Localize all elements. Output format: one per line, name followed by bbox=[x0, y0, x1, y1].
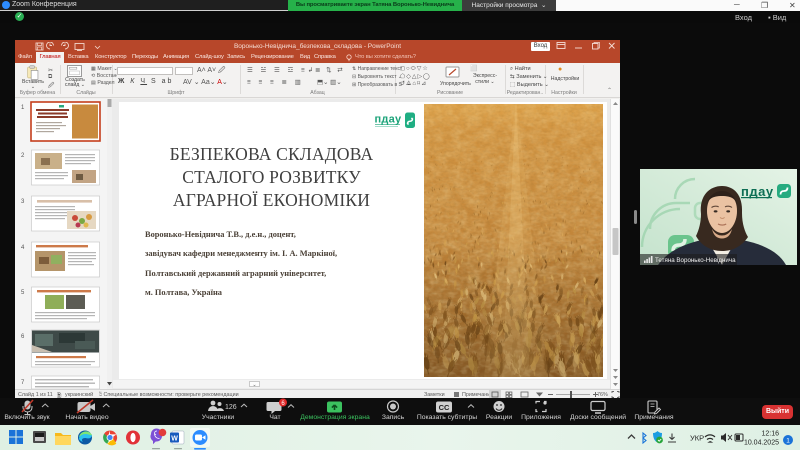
svg-text:1: 1 bbox=[21, 105, 25, 111]
svg-text:4: 4 bbox=[21, 245, 25, 251]
svg-text:3: 3 bbox=[21, 199, 25, 205]
svg-text:W: W bbox=[171, 436, 178, 443]
svg-text:1: 1 bbox=[786, 438, 790, 445]
svg-text:6: 6 bbox=[21, 334, 25, 340]
svg-text:5: 5 bbox=[21, 290, 25, 296]
svg-text:CC: CC bbox=[439, 403, 450, 412]
svg-text:7: 7 bbox=[21, 380, 25, 386]
svg-text:пдау: пдау bbox=[375, 114, 402, 126]
svg-text:126: 126 bbox=[225, 404, 237, 411]
svg-text:пдау: пдау bbox=[741, 184, 774, 199]
svg-text:12:16: 12:16 bbox=[761, 431, 779, 438]
svg-text:УКР: УКР bbox=[690, 434, 704, 443]
svg-text:2: 2 bbox=[21, 153, 25, 159]
svg-text:Тетяна Воронько-Невіднича: Тетяна Воронько-Невіднича bbox=[655, 257, 736, 264]
svg-text:10.04.2025: 10.04.2025 bbox=[744, 440, 779, 447]
